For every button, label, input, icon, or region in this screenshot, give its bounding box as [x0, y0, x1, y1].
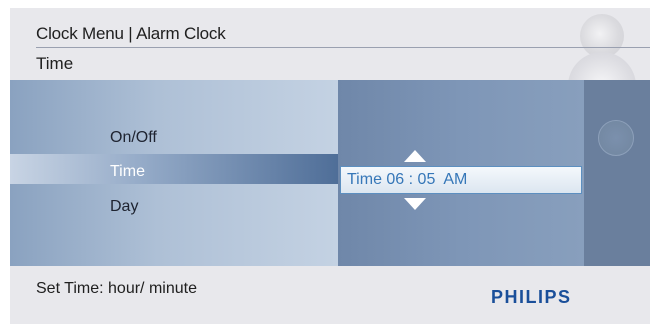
hint-text: Set Time: hour/ minute: [36, 280, 197, 297]
arrow-down-icon[interactable]: [404, 198, 426, 210]
menu-panel: On/Off Time Day Time 06 : 05 AM: [10, 80, 650, 266]
side-strip: [584, 80, 650, 266]
time-value: Time 06 : 05 AM: [347, 171, 468, 188]
menu-item-time[interactable]: Time: [110, 163, 145, 181]
frame-screen: Clock Menu | Alarm Clock Time On/Off Tim…: [10, 8, 650, 324]
menu-icon[interactable]: [598, 120, 634, 156]
brand-logo: PHILIPS: [491, 287, 572, 307]
title-divider: [36, 47, 650, 48]
page-title: Clock Menu | Alarm Clock: [36, 24, 226, 43]
time-value-field[interactable]: Time 06 : 05 AM: [340, 166, 582, 194]
selection-highlight: [10, 154, 338, 184]
menu-item-day[interactable]: Day: [110, 198, 138, 216]
arrow-up-icon[interactable]: [404, 150, 426, 162]
page-subtitle: Time: [36, 54, 74, 73]
menu-item-on-off[interactable]: On/Off: [110, 129, 157, 147]
